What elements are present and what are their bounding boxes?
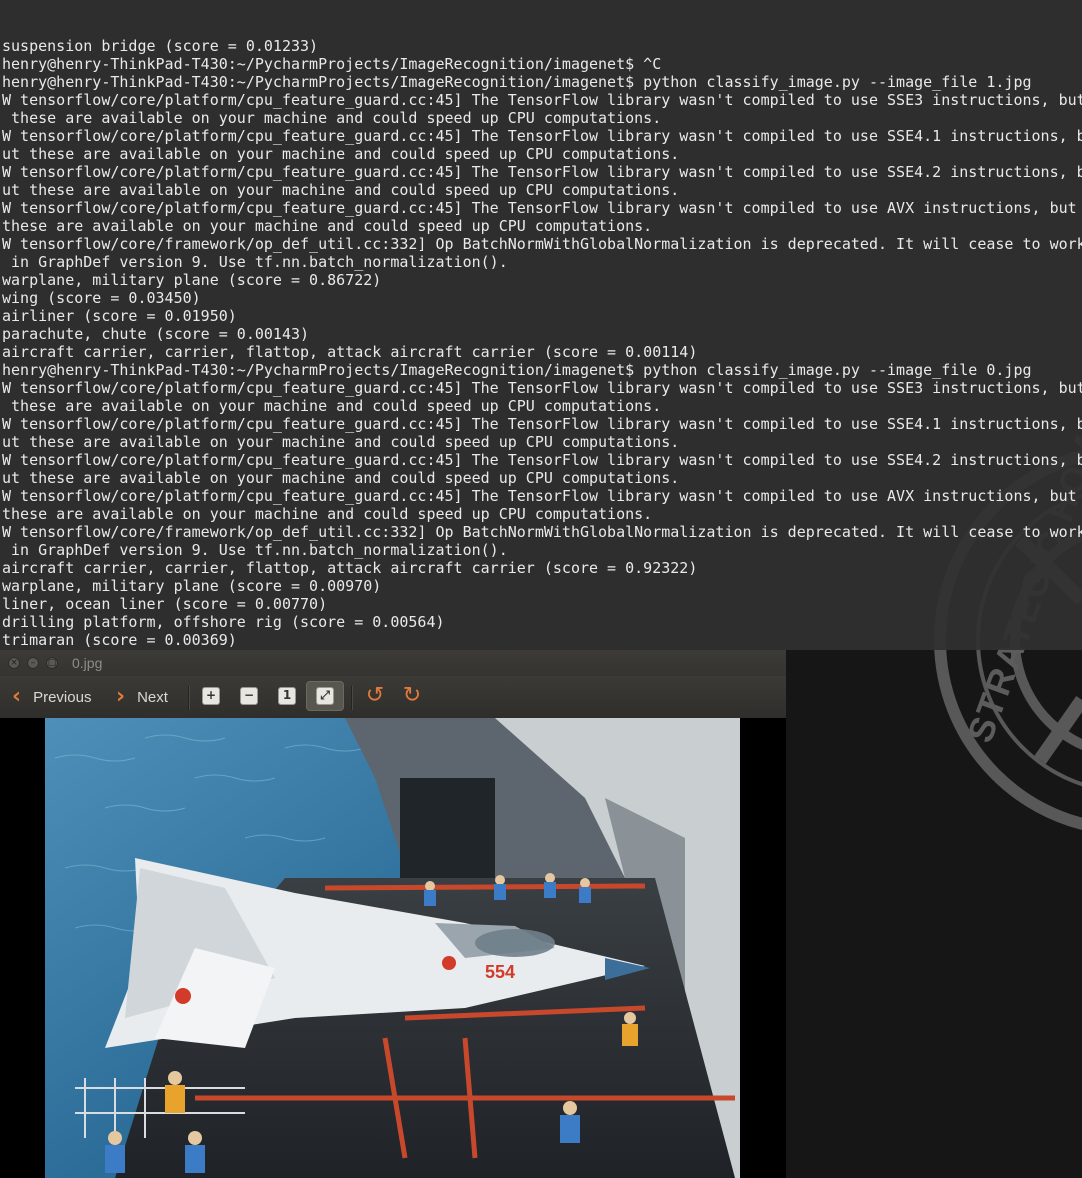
previous-label: Previous — [33, 688, 92, 706]
terminal-line: W tensorflow/core/platform/cpu_feature_g… — [2, 91, 1082, 109]
terminal-line: W tensorflow/core/platform/cpu_feature_g… — [2, 199, 1077, 217]
terminal-line: in GraphDef version 9. Use tf.nn.batch_n… — [2, 253, 508, 271]
zoom-out-icon[interactable]: − — [240, 687, 258, 705]
terminal-line: ut these are available on your machine a… — [2, 469, 680, 487]
image-viewer-window[interactable]: × – □ 0.jpg ‹ Previous › Next + − 1 ⤢ ↺ … — [0, 650, 786, 1178]
terminal-line: henry@henry-ThinkPad-T430:~/PycharmProje… — [2, 55, 662, 73]
next-button[interactable]: › Next — [116, 686, 168, 708]
terminal-line: W tensorflow/core/platform/cpu_feature_g… — [2, 451, 1082, 469]
toolbar-separator — [351, 686, 353, 710]
terminal-line: ut these are available on your machine a… — [2, 433, 680, 451]
terminal-line: W tensorflow/core/framework/op_def_util.… — [2, 235, 1082, 253]
chevron-right-icon: › — [116, 684, 126, 709]
window-title: 0.jpg — [72, 655, 103, 671]
terminal-line: W tensorflow/core/platform/cpu_feature_g… — [2, 379, 1082, 397]
minimize-icon[interactable]: – — [27, 657, 39, 669]
terminal-line: these are available on your machine and … — [2, 505, 653, 523]
terminal-line: aircraft carrier, carrier, flattop, atta… — [2, 343, 698, 361]
terminal-line: W tensorflow/core/platform/cpu_feature_g… — [2, 127, 1082, 145]
terminal-output: suspension bridge (score = 0.01233) henry… — [0, 36, 1082, 650]
terminal-line: suspension bridge (score = 0.01233) — [2, 37, 319, 55]
chevron-left-icon: ‹ — [12, 684, 22, 709]
hull-number: 554 — [485, 962, 515, 982]
next-label: Next — [137, 688, 168, 706]
terminal-line: in GraphDef version 9. Use tf.nn.batch_n… — [2, 541, 508, 559]
maximize-icon[interactable]: □ — [46, 657, 58, 669]
terminal-line: W tensorflow/core/platform/cpu_feature_g… — [2, 487, 1077, 505]
terminal-line: henry@henry-ThinkPad-T430:~/PycharmProje… — [2, 73, 1032, 91]
close-icon[interactable]: × — [8, 657, 20, 669]
terminal-line: wing (score = 0.03450) — [2, 289, 201, 307]
terminal-line: warplane, military plane (score = 0.0097… — [2, 577, 382, 595]
normal-size-icon[interactable]: 1 — [278, 687, 296, 705]
rotate-right-icon[interactable]: ↻ — [400, 683, 424, 709]
terminal-line: ut these are available on your machine a… — [2, 181, 680, 199]
best-fit-icon[interactable]: ⤢ — [316, 687, 334, 705]
viewer-titlebar[interactable]: × – □ 0.jpg — [0, 650, 786, 676]
image-canvas[interactable]: 554 — [0, 718, 786, 1178]
terminal-line: trimaran (score = 0.00369) — [2, 631, 237, 649]
terminal-line: W tensorflow/core/platform/cpu_feature_g… — [2, 163, 1082, 181]
rotate-left-icon[interactable]: ↺ — [363, 683, 387, 709]
terminal-line: W tensorflow/core/platform/cpu_feature_g… — [2, 415, 1082, 433]
terminal-window[interactable]: suspension bridge (score = 0.01233) henry… — [0, 0, 1082, 650]
toolbar-separator — [188, 686, 190, 710]
zoom-in-icon[interactable]: + — [202, 687, 220, 705]
terminal-line: these are available on your machine and … — [2, 217, 653, 235]
terminal-line: airliner (score = 0.01950) — [2, 307, 237, 325]
hangar-opening — [400, 778, 495, 888]
terminal-line: parachute, chute (score = 0.00143) — [2, 325, 310, 343]
terminal-line: these are available on your machine and … — [2, 109, 662, 127]
terminal-line: ut these are available on your machine a… — [2, 145, 680, 163]
terminal-line: liner, ocean liner (score = 0.00770) — [2, 595, 328, 613]
terminal-line: W tensorflow/core/framework/op_def_util.… — [2, 523, 1082, 541]
terminal-line: henry@henry-ThinkPad-T430:~/PycharmProje… — [2, 361, 1032, 379]
previous-button[interactable]: ‹ Previous — [12, 686, 91, 708]
terminal-line: aircraft carrier, carrier, flattop, atta… — [2, 559, 698, 577]
displayed-photo: 554 — [45, 718, 740, 1178]
terminal-line: these are available on your machine and … — [2, 397, 662, 415]
terminal-line: warplane, military plane (score = 0.8672… — [2, 271, 382, 289]
viewer-toolbar: ‹ Previous › Next + − 1 ⤢ ↺ ↻ — [0, 676, 786, 719]
terminal-line: drilling platform, offshore rig (score =… — [2, 613, 445, 631]
